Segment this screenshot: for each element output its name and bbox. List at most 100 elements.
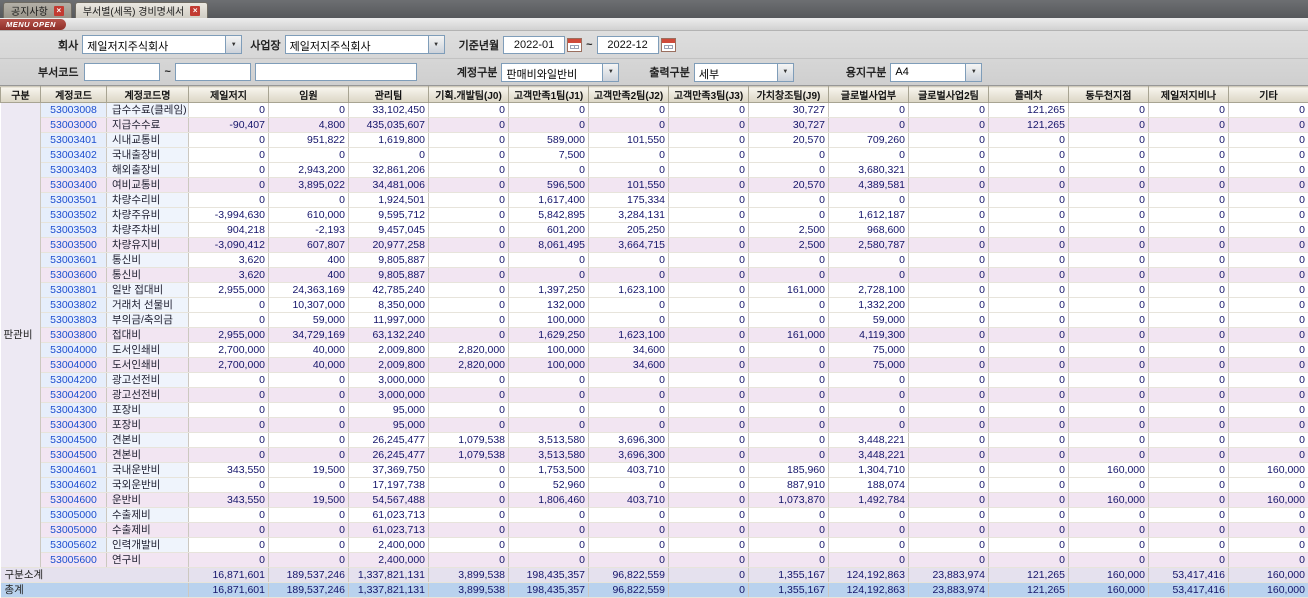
amount-cell[interactable]: 0 — [668, 102, 749, 118]
amount-cell[interactable]: 0 — [1148, 477, 1229, 493]
amount-cell[interactable]: 0 — [1068, 312, 1149, 328]
amount-cell[interactable]: 0 — [428, 402, 509, 418]
amount-cell[interactable]: 0 — [988, 297, 1069, 313]
amount-cell[interactable]: 0 — [1068, 552, 1149, 568]
amount-cell[interactable]: 0 — [428, 552, 509, 568]
grid-row-subtotal[interactable]: 53003800 접대비 2,955,000 34,729,169 63,132,240… — [1, 327, 1308, 343]
account-name-cell[interactable]: 도서인쇄비 — [106, 342, 189, 358]
amount-cell[interactable]: 0 — [748, 147, 829, 163]
account-name-cell[interactable]: 차량주유비 — [106, 207, 189, 223]
account-code-cell[interactable]: 53004200 — [40, 372, 107, 388]
amount-cell[interactable]: 95,000 — [348, 402, 429, 418]
amount-cell[interactable]: 175,334 — [588, 192, 669, 208]
amount-cell[interactable]: 435,035,607 — [348, 117, 429, 133]
amount-cell[interactable]: 0 — [908, 327, 989, 343]
amount-cell[interactable]: 0 — [1148, 387, 1229, 403]
amount-cell[interactable]: 9,457,045 — [348, 222, 429, 238]
amount-cell[interactable]: 75,000 — [828, 357, 909, 373]
grid-row-subtotal[interactable]: 53004000 도서인쇄비 2,700,000 40,000 2,009,800 2,8… — [1, 357, 1308, 373]
amount-cell[interactable]: 198,435,357 — [508, 567, 589, 583]
amount-cell[interactable]: 0 — [588, 537, 669, 553]
amount-cell[interactable]: 198,435,357 — [508, 582, 589, 598]
amount-cell[interactable]: 0 — [1148, 522, 1229, 538]
amount-cell[interactable]: 0 — [908, 102, 989, 118]
amount-cell[interactable]: 1,623,100 — [588, 282, 669, 298]
account-code-cell[interactable]: 53003500 — [40, 237, 107, 253]
amount-cell[interactable]: 0 — [1148, 102, 1229, 118]
grid-row[interactable]: 53003502 차량주유비 -3,994,630 610,000 9,595,712 0… — [1, 207, 1308, 223]
amount-cell[interactable]: 0 — [828, 537, 909, 553]
amount-cell[interactable]: 0 — [428, 492, 509, 508]
amount-cell[interactable]: 0 — [188, 417, 269, 433]
amount-cell[interactable]: 0 — [588, 252, 669, 268]
amount-cell[interactable]: 0 — [1148, 537, 1229, 553]
amount-cell[interactable]: 0 — [508, 252, 589, 268]
amount-cell[interactable]: 0 — [1228, 102, 1308, 118]
amount-cell[interactable]: 0 — [1068, 147, 1149, 163]
amount-cell[interactable]: 0 — [188, 177, 269, 193]
amount-cell[interactable]: 0 — [1068, 477, 1149, 493]
amount-cell[interactable]: 0 — [828, 507, 909, 523]
amount-cell[interactable]: 0 — [668, 492, 749, 508]
chevron-down-icon[interactable]: ▼ — [225, 36, 242, 53]
amount-cell[interactable]: 0 — [188, 552, 269, 568]
amount-cell[interactable]: 0 — [1068, 357, 1149, 373]
amount-cell[interactable]: 0 — [988, 252, 1069, 268]
grid-row[interactable]: 53004300 포장비 0 0 95,000 0 0 0 0 0 0 0 0 0 0 0 — [1, 402, 1308, 418]
account-code-cell[interactable]: 53004602 — [40, 477, 107, 493]
amount-cell[interactable]: 160,000 — [1068, 492, 1149, 508]
amount-cell[interactable]: 0 — [1228, 507, 1308, 523]
amount-cell[interactable]: 0 — [428, 222, 509, 238]
amount-cell[interactable]: 101,550 — [588, 132, 669, 148]
amount-cell[interactable]: 0 — [1148, 222, 1229, 238]
amount-cell[interactable]: 0 — [828, 252, 909, 268]
tab-notice[interactable]: 공지사항 × — [3, 2, 72, 18]
grid-row-subtotal[interactable]: 53004200 광고선전비 0 0 3,000,000 0 0 0 0 0 0 0 0 0 0 0 — [1, 387, 1308, 403]
amount-cell[interactable]: 0 — [668, 477, 749, 493]
amount-cell[interactable]: 0 — [668, 222, 749, 238]
amount-cell[interactable]: 160,000 — [1228, 567, 1308, 583]
amount-cell[interactable]: 0 — [668, 192, 749, 208]
amount-cell[interactable]: 0 — [908, 387, 989, 403]
amount-cell[interactable]: 0 — [828, 417, 909, 433]
amount-cell[interactable]: 0 — [668, 267, 749, 283]
amount-cell[interactable]: 0 — [1228, 522, 1308, 538]
account-name-cell[interactable]: 통신비 — [106, 267, 189, 283]
chevron-down-icon[interactable]: ▼ — [602, 63, 619, 81]
amount-cell[interactable]: 54,567,488 — [348, 492, 429, 508]
amount-cell[interactable]: 53,417,416 — [1148, 567, 1229, 583]
amount-cell[interactable]: 0 — [1228, 402, 1308, 418]
amount-cell[interactable]: 0 — [588, 147, 669, 163]
amount-cell[interactable]: 0 — [748, 297, 829, 313]
amount-cell[interactable]: 0 — [908, 462, 989, 478]
amount-cell[interactable]: 3,513,580 — [508, 447, 589, 463]
site-select[interactable]: 제일저지주식회사 ▼ — [284, 35, 445, 54]
amount-cell[interactable]: 0 — [1148, 342, 1229, 358]
amount-cell[interactable]: 0 — [1148, 462, 1229, 478]
amount-cell[interactable]: 0 — [428, 387, 509, 403]
amount-cell[interactable]: 0 — [588, 117, 669, 133]
amount-cell[interactable]: 0 — [988, 132, 1069, 148]
amount-cell[interactable]: 0 — [188, 312, 269, 328]
amount-cell[interactable]: 20,570 — [748, 177, 829, 193]
amount-cell[interactable]: 0 — [748, 357, 829, 373]
amount-cell[interactable]: 32,861,206 — [348, 162, 429, 178]
amount-cell[interactable]: 904,218 — [188, 222, 269, 238]
amount-cell[interactable]: 0 — [1228, 267, 1308, 283]
amount-cell[interactable]: 0 — [588, 267, 669, 283]
account-code-cell[interactable]: 53004200 — [40, 387, 107, 403]
amount-cell[interactable]: 0 — [1068, 267, 1149, 283]
account-code-cell[interactable]: 53004000 — [40, 357, 107, 373]
amount-cell[interactable]: 0 — [908, 252, 989, 268]
amount-cell[interactable]: 0 — [668, 327, 749, 343]
amount-cell[interactable]: 0 — [1148, 447, 1229, 463]
account-name-cell[interactable]: 거래처 선물비 — [106, 297, 189, 313]
grid-row[interactable]: 53003402 국내출장비 0 0 0 0 7,500 0 0 0 0 0 0 0 0 0 — [1, 147, 1308, 163]
amount-cell[interactable]: 0 — [908, 432, 989, 448]
amount-cell[interactable]: 8,350,000 — [348, 297, 429, 313]
amount-cell[interactable]: 0 — [988, 537, 1069, 553]
amount-cell[interactable]: 0 — [988, 402, 1069, 418]
account-code-cell[interactable]: 53003600 — [40, 267, 107, 283]
amount-cell[interactable]: 0 — [1228, 477, 1308, 493]
account-code-cell[interactable]: 53003801 — [40, 282, 107, 298]
